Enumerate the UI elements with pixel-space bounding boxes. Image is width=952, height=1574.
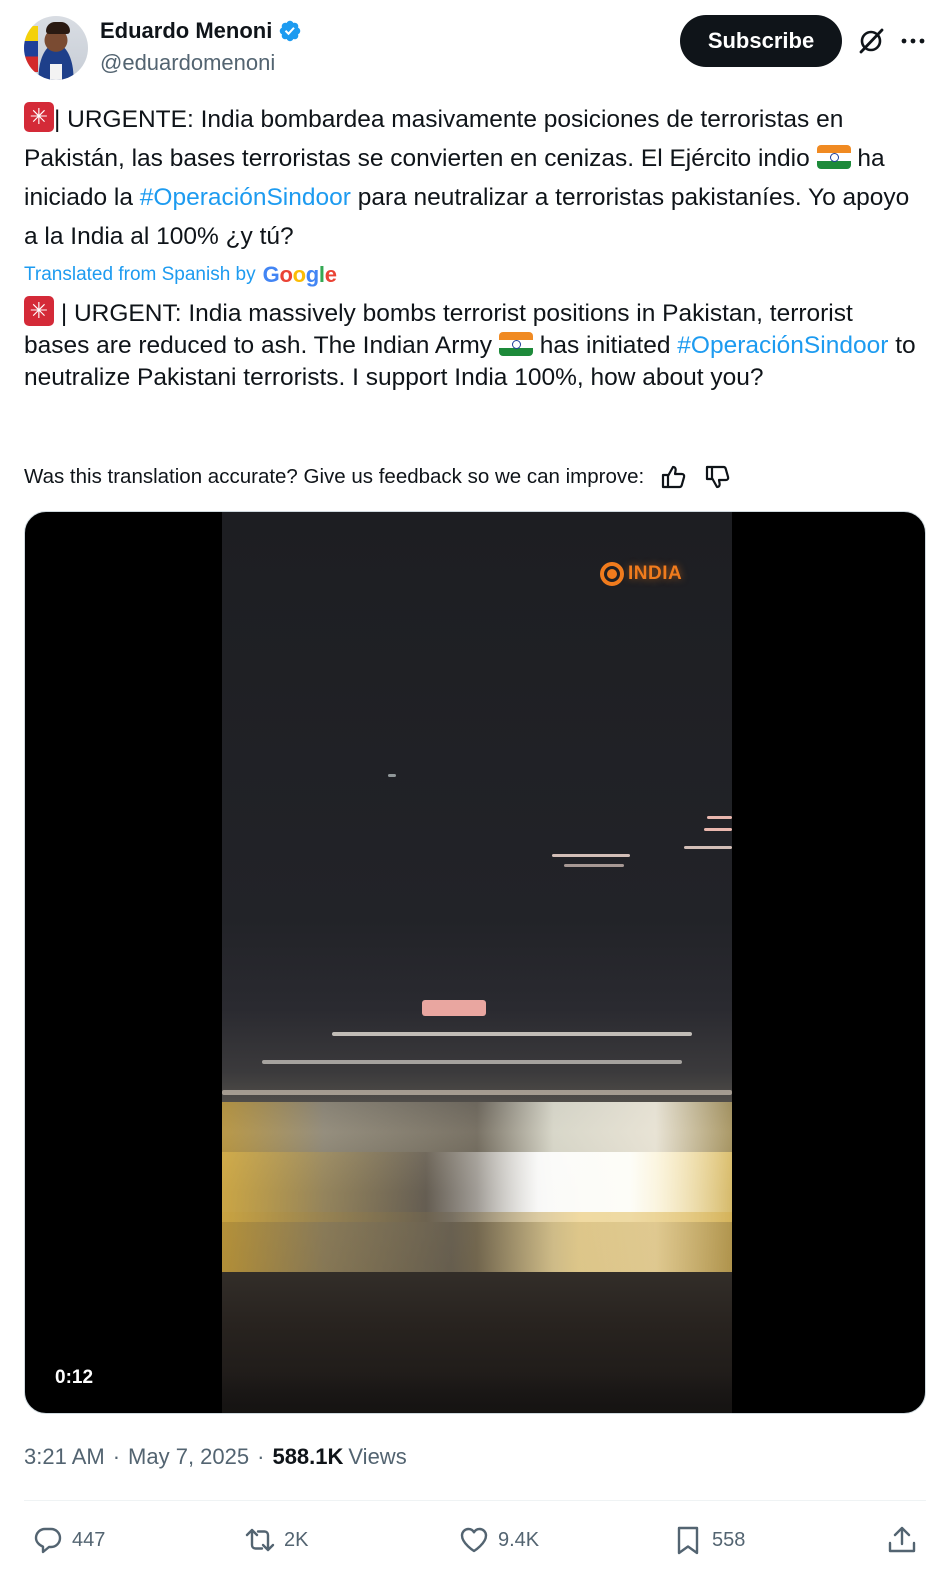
avatar-hair (46, 22, 70, 34)
video-frame: INDIA (222, 512, 732, 1413)
thumbs-down-icon[interactable] (702, 462, 732, 492)
avatar-shirt (50, 64, 62, 80)
channel-watermark: INDIA (600, 562, 682, 586)
feedback-prompt: Was this translation accurate? Give us f… (24, 465, 645, 488)
video-player[interactable]: INDIA 0:12 (24, 511, 926, 1414)
light-streak (704, 828, 732, 831)
hashtag-link[interactable]: #OperaciónSindoor (677, 332, 888, 359)
avatar[interactable] (24, 16, 88, 80)
display-name[interactable]: Eduardo Menoni (100, 18, 272, 44)
verified-badge-icon[interactable] (278, 19, 302, 43)
post-translation-text: | URGENT: India massively bombs terroris… (24, 296, 924, 394)
post-original-text: | URGENTE: India bombardea masivamente p… (24, 100, 924, 256)
repost-count: 2K (284, 1528, 309, 1551)
views-label: Views (348, 1444, 407, 1469)
bookmark-count: 558 (712, 1528, 746, 1551)
repost-icon (245, 1528, 275, 1552)
translation-text-part-2: has initiated (539, 332, 671, 359)
channel-logo-icon (600, 562, 624, 586)
like-count: 9.4K (498, 1528, 540, 1551)
light-streak (422, 1000, 486, 1016)
rotating-light-emoji-icon (24, 296, 54, 326)
translation-feedback: Was this translation accurate? Give us f… (24, 462, 732, 492)
light-streak (564, 864, 624, 867)
divider (24, 1500, 926, 1501)
post-date[interactable]: May 7, 2025 (128, 1444, 249, 1470)
reply-icon (34, 1527, 62, 1554)
reply-count: 447 (72, 1528, 106, 1551)
watermark-text: INDIA (628, 563, 683, 584)
light-streak (552, 854, 630, 857)
light-streak (707, 816, 732, 819)
avatar-flag (24, 26, 38, 72)
light-streak (332, 1032, 692, 1036)
thumbs-up-icon[interactable] (658, 462, 688, 492)
action-bar: 447 2K 9.4K 558 (24, 1518, 926, 1562)
light-streak (222, 1374, 732, 1413)
share-button[interactable] (886, 1518, 918, 1562)
hashtag-link[interactable]: #OperaciónSindoor (140, 184, 351, 211)
post-time[interactable]: 3:21 AM (24, 1444, 105, 1470)
meta-separator: · (112, 1444, 121, 1469)
google-logo-icon: Google (262, 262, 337, 287)
more-options-icon[interactable] (898, 26, 928, 56)
video-duration: 0:12 (45, 1364, 104, 1392)
heart-icon (460, 1527, 488, 1553)
subscribe-button[interactable]: Subscribe (680, 15, 842, 67)
meta-separator: · (257, 1444, 265, 1469)
reply-button[interactable]: 447 (32, 1518, 105, 1562)
light-streak (262, 1060, 682, 1064)
light-streak (684, 846, 732, 849)
share-icon (888, 1526, 916, 1553)
bookmark-icon (677, 1526, 699, 1555)
name-row: Eduardo Menoni (100, 18, 302, 44)
rotating-light-emoji-icon (24, 102, 54, 132)
post-meta: 3:21 AM · May 7, 2025 · 588.1K Views (24, 1444, 407, 1470)
india-flag-emoji-icon (498, 332, 533, 356)
light-streak (388, 774, 396, 777)
grok-icon[interactable] (856, 26, 886, 56)
like-button[interactable]: 9.4K (458, 1518, 539, 1562)
repost-button[interactable]: 2K (244, 1518, 308, 1562)
handle[interactable]: @eduardomenoni (100, 50, 275, 76)
post-header: Eduardo Menoni @eduardomenoni Subscribe (24, 14, 928, 84)
views-count[interactable]: 588.1K (272, 1444, 343, 1470)
bookmark-button[interactable]: 558 (672, 1518, 745, 1562)
light-streak (222, 1090, 732, 1095)
light-blur-band (222, 1212, 732, 1272)
india-flag-emoji-icon (816, 145, 851, 169)
original-text-part-1: | URGENTE: India bombardea masivamente p… (24, 106, 844, 172)
translated-by-google[interactable]: Translated from Spanish by Google (24, 262, 337, 288)
translated-label: Translated from Spanish by (24, 264, 256, 285)
